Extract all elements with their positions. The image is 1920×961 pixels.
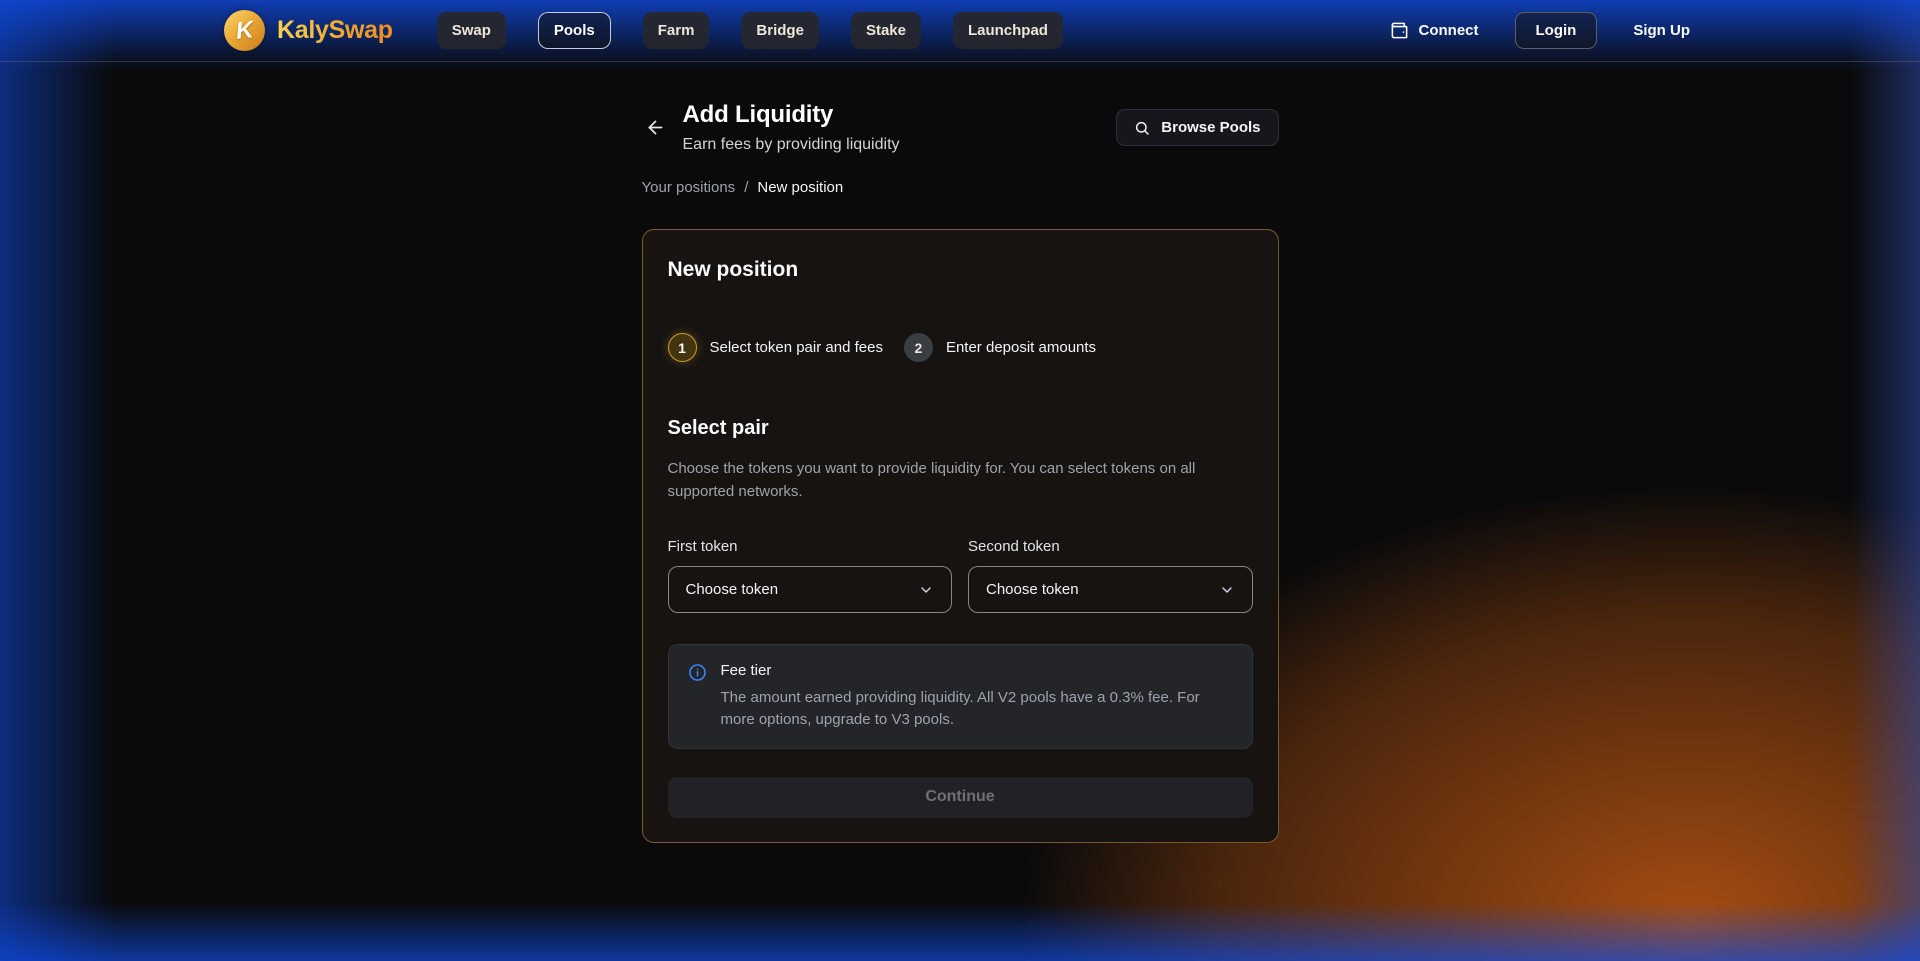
token-selectors-row: First token Choose token Second token Ch… xyxy=(668,538,1253,613)
breadcrumb-new-position: New position xyxy=(757,179,843,196)
nav-item-farm[interactable]: Farm xyxy=(643,12,710,49)
breadcrumb: Your positions / New position xyxy=(642,179,1279,196)
page-header: Add Liquidity Earn fees by providing liq… xyxy=(642,101,1279,154)
fee-tier-title: Fee tier xyxy=(721,662,1233,679)
kalyswap-logo-icon: K xyxy=(224,10,265,51)
breadcrumb-your-positions[interactable]: Your positions xyxy=(642,179,736,196)
chevron-down-icon xyxy=(1219,582,1235,598)
card-title: New position xyxy=(668,258,1253,282)
first-token-dropdown[interactable]: Choose token xyxy=(668,566,953,613)
step-1: 1 Select token pair and fees xyxy=(668,333,883,362)
brand-name: KalySwap xyxy=(277,16,393,45)
browse-pools-button[interactable]: Browse Pools xyxy=(1116,109,1278,146)
breadcrumb-separator: / xyxy=(744,179,748,196)
second-token-value: Choose token xyxy=(986,581,1079,598)
continue-button[interactable]: Continue xyxy=(668,777,1253,818)
steps-indicator: 1 Select token pair and fees 2 Enter dep… xyxy=(668,333,1253,362)
nav-menu: Swap Pools Farm Bridge Stake Launchpad xyxy=(437,12,1063,49)
search-icon xyxy=(1134,120,1150,136)
kalyswap-logo[interactable]: K KalySwap xyxy=(224,10,393,51)
nav-right-section: Connect Login Sign Up xyxy=(1384,12,1697,49)
page-title: Add Liquidity xyxy=(683,101,900,129)
nav-item-bridge[interactable]: Bridge xyxy=(741,12,819,49)
new-position-card: New position 1 Select token pair and fee… xyxy=(642,229,1279,843)
nav-item-swap[interactable]: Swap xyxy=(437,12,506,49)
second-token-column: Second token Choose token xyxy=(968,538,1253,613)
step-1-number: 1 xyxy=(668,333,697,362)
fee-tier-info-box: Fee tier The amount earned providing liq… xyxy=(668,644,1253,749)
step-2: 2 Enter deposit amounts xyxy=(904,333,1096,362)
add-liquidity-page: K KalySwap Swap Pools Farm Bridge Stake … xyxy=(0,0,1920,961)
second-token-dropdown[interactable]: Choose token xyxy=(968,566,1253,613)
first-token-label: First token xyxy=(668,538,953,555)
page-subtitle: Earn fees by providing liquidity xyxy=(683,136,900,154)
connect-wallet-button[interactable]: Connect xyxy=(1384,20,1485,41)
signup-button[interactable]: Sign Up xyxy=(1627,21,1696,40)
navbar-inner: K KalySwap Swap Pools Farm Bridge Stake … xyxy=(224,0,1696,61)
first-token-column: First token Choose token xyxy=(668,538,953,613)
step-1-label: Select token pair and fees xyxy=(710,339,883,356)
logo-letter: K xyxy=(234,16,254,46)
login-button[interactable]: Login xyxy=(1515,12,1598,49)
title-block: Add Liquidity Earn fees by providing liq… xyxy=(683,101,900,154)
info-icon xyxy=(688,663,707,682)
browse-pools-label: Browse Pools xyxy=(1161,119,1260,136)
nav-item-stake[interactable]: Stake xyxy=(851,12,921,49)
top-navbar: K KalySwap Swap Pools Farm Bridge Stake … xyxy=(0,0,1920,62)
nav-item-launchpad[interactable]: Launchpad xyxy=(953,12,1063,49)
connect-label: Connect xyxy=(1419,22,1479,39)
main-content: Add Liquidity Earn fees by providing liq… xyxy=(642,62,1279,843)
step-2-label: Enter deposit amounts xyxy=(946,339,1096,356)
fee-tier-description: The amount earned providing liquidity. A… xyxy=(721,687,1233,731)
arrow-left-icon xyxy=(645,117,666,138)
select-pair-description: Choose the tokens you want to provide li… xyxy=(668,458,1208,503)
fee-tier-text: Fee tier The amount earned providing liq… xyxy=(721,662,1233,731)
wallet-icon xyxy=(1390,21,1409,40)
select-pair-title: Select pair xyxy=(668,417,1253,440)
step-2-number: 2 xyxy=(904,333,933,362)
nav-item-pools[interactable]: Pools xyxy=(538,12,611,49)
back-button[interactable] xyxy=(642,114,670,142)
chevron-down-icon xyxy=(918,582,934,598)
second-token-label: Second token xyxy=(968,538,1253,555)
first-token-value: Choose token xyxy=(686,581,779,598)
